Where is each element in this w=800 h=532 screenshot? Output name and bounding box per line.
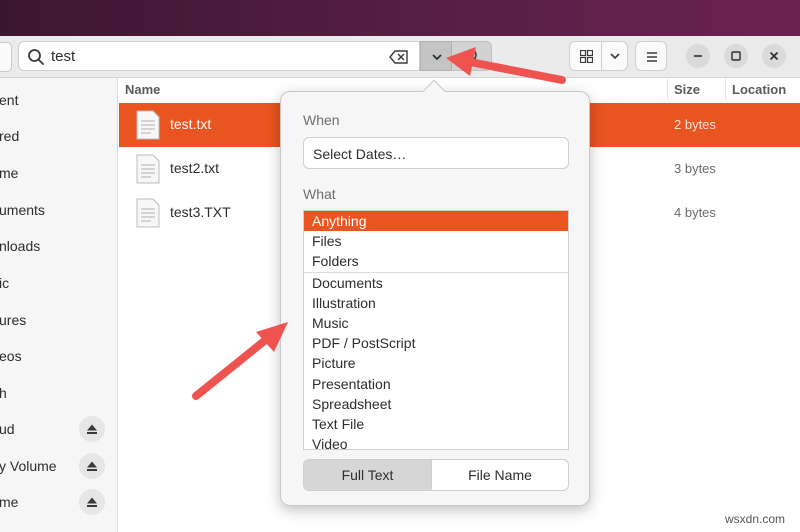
search-toggle-button[interactable] xyxy=(452,41,492,71)
chevron-down-icon xyxy=(610,53,620,60)
sidebar-item-label: eos xyxy=(0,348,22,364)
file-size: 2 bytes xyxy=(674,117,716,132)
type-item-video[interactable]: Video xyxy=(304,434,568,449)
sidebar-item-label: ent xyxy=(0,92,19,108)
search-filter-dropdown-button[interactable] xyxy=(420,41,452,71)
type-item-files[interactable]: Files xyxy=(304,231,568,251)
type-item-picture[interactable]: Picture xyxy=(304,353,568,373)
sidebar-item-pictures[interactable]: ures xyxy=(0,302,118,338)
sidebar-item-downloads[interactable]: nloads xyxy=(0,228,118,264)
sidebar-item-label: uments xyxy=(0,202,45,218)
maximize-icon xyxy=(731,51,741,61)
type-item-text-file[interactable]: Text File xyxy=(304,414,568,434)
column-header-size[interactable]: Size xyxy=(667,78,725,100)
type-item-presentation[interactable]: Presentation xyxy=(304,374,568,394)
file-size: 4 bytes xyxy=(674,205,716,220)
sidebar-item-volume[interactable]: y Volume xyxy=(0,448,118,484)
search-filter-popover: When Select Dates… What Anything Files F… xyxy=(280,79,590,506)
sidebar-item-recent[interactable]: ent xyxy=(0,82,118,118)
column-header-location[interactable]: Location xyxy=(725,78,800,100)
header-bar: test xyxy=(0,36,800,78)
when-label: When xyxy=(303,112,340,128)
close-icon xyxy=(769,51,779,61)
grid-view-icon xyxy=(580,50,593,63)
file-name: test3.TXT xyxy=(170,204,231,220)
file-name: test.txt xyxy=(170,116,212,132)
type-item-illustration[interactable]: Illustration xyxy=(304,293,568,313)
clear-icon[interactable] xyxy=(389,49,409,65)
search-input[interactable]: test xyxy=(18,41,420,71)
sidebar-item-cloud[interactable]: ud xyxy=(0,411,118,447)
search-query-text: test xyxy=(51,48,76,65)
back-button[interactable] xyxy=(0,42,12,72)
minimize-button[interactable] xyxy=(686,44,710,68)
hamburger-menu-icon xyxy=(647,52,657,62)
file-type-list: Anything Files Folders Documents Illustr… xyxy=(303,210,569,450)
sidebar-item-label: y Volume xyxy=(0,458,57,474)
full-text-button[interactable]: Full Text xyxy=(304,460,432,490)
main-menu-button[interactable] xyxy=(635,41,667,71)
minimize-icon xyxy=(694,55,702,57)
search-icon xyxy=(28,49,44,65)
search-mode-switch: Full Text File Name xyxy=(303,459,569,491)
eject-icon xyxy=(87,461,97,471)
select-dates-label: Select Dates… xyxy=(313,146,407,162)
sidebar-item-starred[interactable]: red xyxy=(0,118,118,154)
eject-button[interactable] xyxy=(79,489,105,515)
sidebar-item-documents[interactable]: uments xyxy=(0,192,118,228)
what-label: What xyxy=(303,186,336,202)
maximize-button[interactable] xyxy=(724,44,748,68)
sidebar-item-label: nloads xyxy=(0,238,41,254)
view-options-button[interactable] xyxy=(602,41,628,71)
desktop-background xyxy=(0,0,800,36)
chevron-down-icon xyxy=(432,54,442,61)
type-item-folders[interactable]: Folders xyxy=(304,251,568,271)
file-name: test2.txt xyxy=(170,160,220,176)
sidebar-item-label: ic xyxy=(0,275,10,291)
text-file-icon xyxy=(136,198,160,228)
sidebar-item-label: me xyxy=(0,165,19,181)
type-item-pdf-postscript[interactable]: PDF / PostScript xyxy=(304,333,568,353)
type-item-spreadsheet[interactable]: Spreadsheet xyxy=(304,394,568,414)
sidebar-item-home-drive[interactable]: me xyxy=(0,484,118,520)
sidebar-item-home[interactable]: me xyxy=(0,155,118,191)
search-toggle-icon xyxy=(465,49,480,64)
eject-button[interactable] xyxy=(79,416,105,442)
sidebar-item-trash[interactable]: h xyxy=(0,375,118,411)
sidebar: ent red me uments nloads ic ures eos h u… xyxy=(0,78,118,532)
sidebar-item-music[interactable]: ic xyxy=(0,265,118,301)
file-name-button[interactable]: File Name xyxy=(432,460,568,490)
sidebar-item-label: ures xyxy=(0,312,27,328)
file-size: 3 bytes xyxy=(674,161,716,176)
select-dates-button[interactable]: Select Dates… xyxy=(303,137,569,169)
eject-icon xyxy=(87,424,97,434)
close-button[interactable] xyxy=(762,44,786,68)
sidebar-item-label: ud xyxy=(0,421,15,437)
eject-button[interactable] xyxy=(79,453,105,479)
type-item-music[interactable]: Music xyxy=(304,313,568,333)
type-item-documents[interactable]: Documents xyxy=(304,273,568,293)
grid-view-button[interactable] xyxy=(569,41,602,71)
eject-icon xyxy=(87,497,97,507)
text-file-icon xyxy=(136,110,160,140)
watermark: wsxdn.com xyxy=(725,512,786,526)
sidebar-item-label: me xyxy=(0,494,19,510)
type-item-anything[interactable]: Anything xyxy=(304,211,568,231)
text-file-icon xyxy=(136,154,160,184)
sidebar-item-label: red xyxy=(0,128,20,144)
sidebar-item-videos[interactable]: eos xyxy=(0,338,118,374)
sidebar-item-label: h xyxy=(0,385,7,401)
